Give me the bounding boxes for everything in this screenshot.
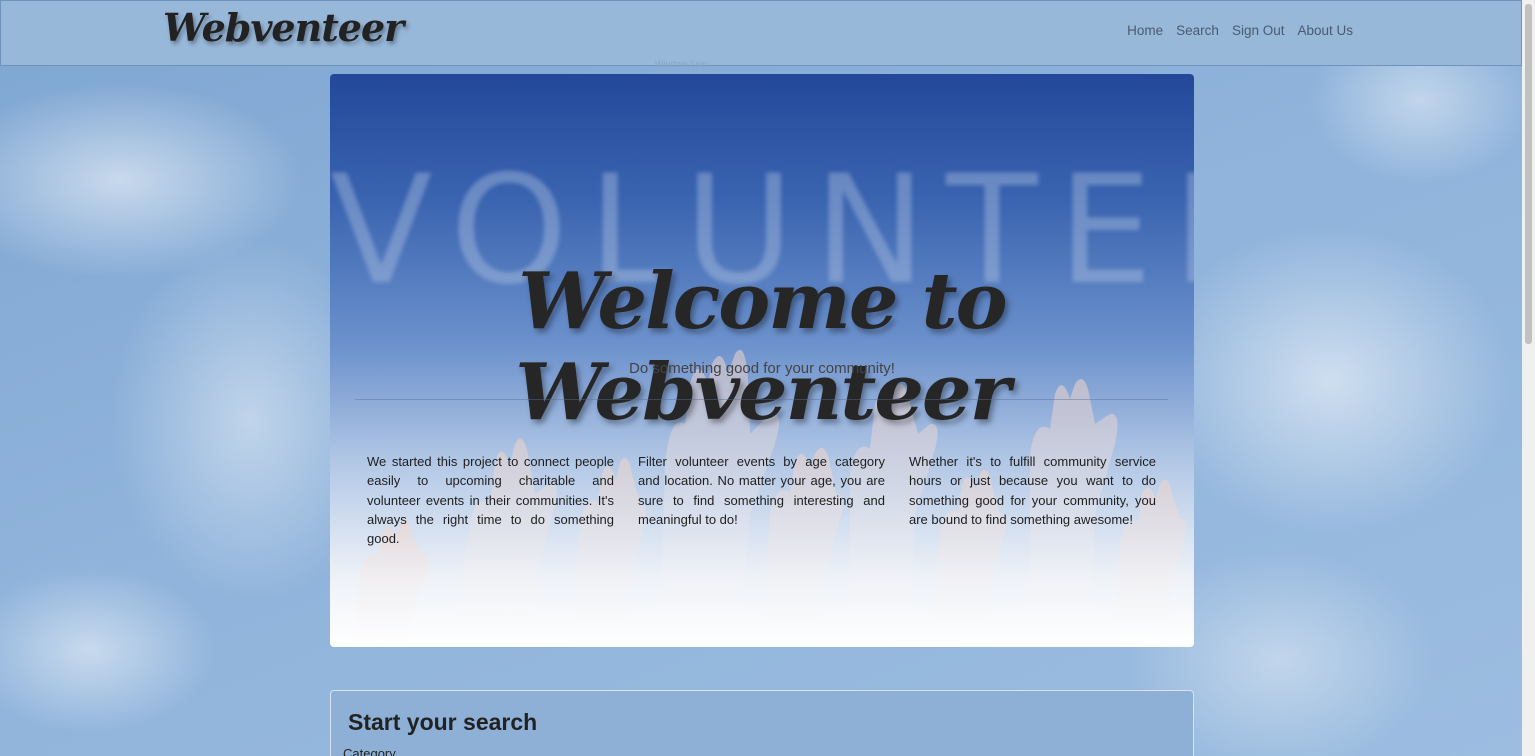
- hero-subtitle: Do something good for your community!: [629, 360, 895, 377]
- intro-column-community: Whether it's to fulfill community servic…: [909, 454, 1156, 527]
- search-panel-title: Start your search: [348, 709, 538, 735]
- hero-jumbotron: VOLUNTEER Welcome to Webventeer Do somet…: [330, 74, 1194, 647]
- window-snip-overlay-label: Window Snip: [655, 59, 708, 69]
- hero-title: Welcome to Webventeer: [515, 256, 1010, 438]
- nav-link-about-us[interactable]: About Us: [1297, 23, 1353, 38]
- search-panel: Start your search Category: [330, 690, 1194, 756]
- intro-column-filter: Filter volunteer events by age category …: [638, 454, 885, 527]
- nav-link-sign-out[interactable]: Sign Out: [1232, 23, 1285, 38]
- hero-divider: [355, 399, 1168, 400]
- brand-logo[interactable]: Webventeer: [163, 5, 404, 50]
- nav-link-home[interactable]: Home: [1127, 23, 1163, 38]
- top-navbar: Webventeer Home Search Sign Out About Us: [0, 0, 1522, 66]
- nav-link-search[interactable]: Search: [1176, 23, 1219, 38]
- page-scrollbar[interactable]: [1522, 0, 1535, 756]
- scrollbar-thumb[interactable]: [1525, 4, 1532, 344]
- category-label: Category: [343, 746, 396, 756]
- intro-column-about: We started this project to connect peopl…: [367, 454, 614, 547]
- nav-links: Home Search Sign Out About Us: [1127, 23, 1353, 38]
